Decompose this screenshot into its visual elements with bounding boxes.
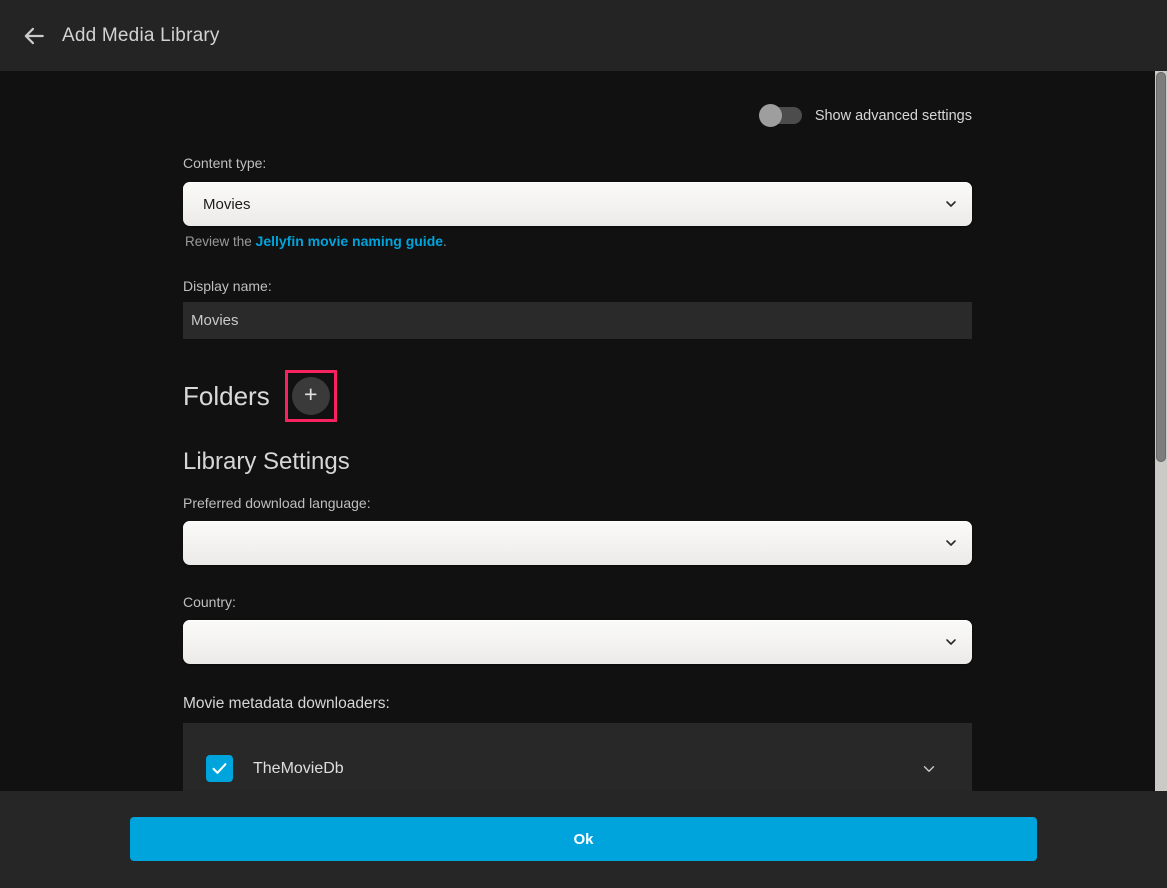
chevron-down-icon[interactable] bbox=[920, 760, 938, 778]
scrollbar-thumb[interactable] bbox=[1156, 72, 1166, 462]
chevron-down-icon bbox=[943, 535, 959, 555]
downloader-checkbox[interactable] bbox=[206, 755, 233, 782]
chevron-down-icon bbox=[943, 196, 959, 216]
downloader-row: TheMovieDb bbox=[183, 723, 972, 782]
downloader-name: TheMovieDb bbox=[253, 760, 344, 778]
content-type-value: Movies bbox=[203, 196, 251, 213]
chevron-down-icon bbox=[943, 634, 959, 654]
country-label: Country: bbox=[183, 594, 236, 610]
helper-suffix: . bbox=[443, 234, 447, 249]
naming-guide-helper: Review the Jellyfin movie naming guide. bbox=[185, 233, 447, 249]
folders-heading: Folders bbox=[183, 381, 270, 412]
display-name-label: Display name: bbox=[183, 278, 272, 294]
preferred-language-select[interactable] bbox=[183, 521, 972, 565]
content-type-select[interactable]: Movies bbox=[183, 182, 972, 226]
header: Add Media Library bbox=[0, 0, 1167, 71]
page-title: Add Media Library bbox=[62, 25, 220, 47]
add-folder-focus-ring: + bbox=[285, 370, 337, 422]
toggle-knob bbox=[759, 104, 782, 127]
helper-prefix: Review the bbox=[185, 234, 256, 249]
scrollbar-track[interactable] bbox=[1155, 71, 1167, 791]
country-select[interactable] bbox=[183, 620, 972, 664]
arrow-left-icon bbox=[21, 23, 47, 49]
content-type-label: Content type: bbox=[183, 155, 266, 171]
add-folder-button[interactable]: + bbox=[292, 377, 330, 415]
checkmark-icon bbox=[210, 759, 229, 778]
form-content: Show advanced settings Content type: Mov… bbox=[183, 71, 972, 888]
ok-button[interactable]: Ok bbox=[130, 817, 1037, 861]
advanced-settings-toggle[interactable] bbox=[760, 107, 802, 124]
back-button[interactable] bbox=[12, 14, 56, 58]
advanced-settings-row: Show advanced settings bbox=[760, 107, 972, 124]
library-settings-heading: Library Settings bbox=[183, 448, 350, 476]
display-name-input[interactable] bbox=[183, 302, 972, 339]
footer: Ok bbox=[0, 791, 1167, 888]
naming-guide-link[interactable]: Jellyfin movie naming guide bbox=[256, 233, 443, 249]
metadata-downloaders-label: Movie metadata downloaders: bbox=[183, 695, 390, 713]
plus-icon: + bbox=[304, 383, 317, 406]
preferred-language-label: Preferred download language: bbox=[183, 495, 371, 511]
advanced-settings-label: Show advanced settings bbox=[815, 108, 972, 124]
folders-section-header: Folders + bbox=[183, 370, 337, 422]
